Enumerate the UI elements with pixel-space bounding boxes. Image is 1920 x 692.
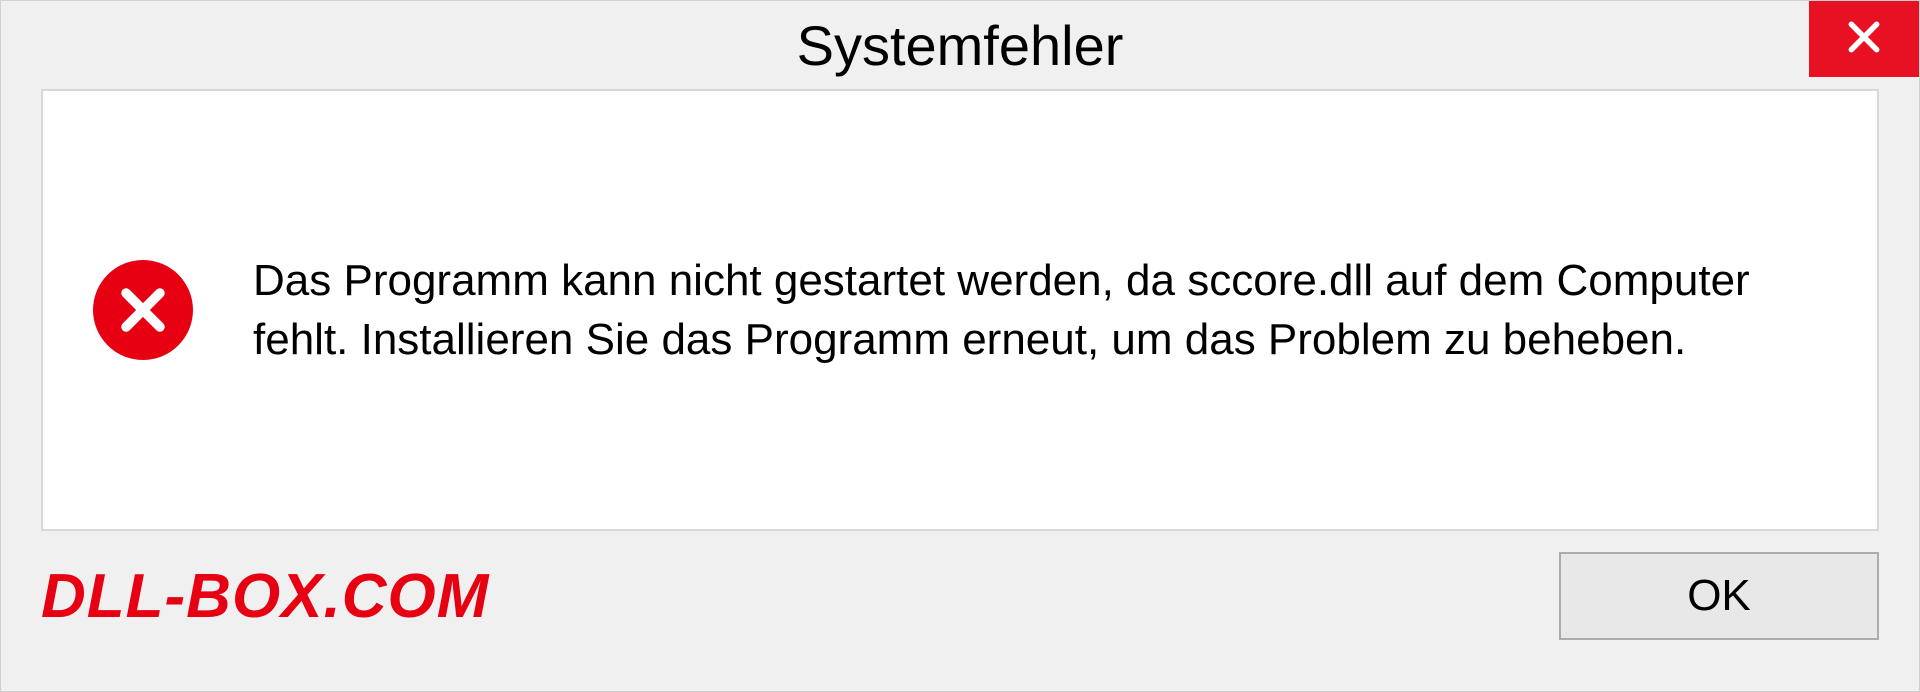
title-bar: Systemfehler xyxy=(1,1,1919,89)
close-button[interactable] xyxy=(1809,1,1919,77)
ok-button[interactable]: OK xyxy=(1559,552,1879,640)
close-icon xyxy=(1845,18,1883,61)
watermark-text: DLL-BOX.COM xyxy=(41,561,489,632)
error-dialog: Systemfehler Das Programm kann nicht ges… xyxy=(0,0,1920,692)
footer-area: DLL-BOX.COM OK xyxy=(1,531,1919,691)
content-area: Das Programm kann nicht gestartet werden… xyxy=(41,89,1879,531)
error-message: Das Programm kann nicht gestartet werden… xyxy=(253,251,1827,370)
window-title: Systemfehler xyxy=(797,13,1124,78)
error-icon xyxy=(93,260,193,360)
